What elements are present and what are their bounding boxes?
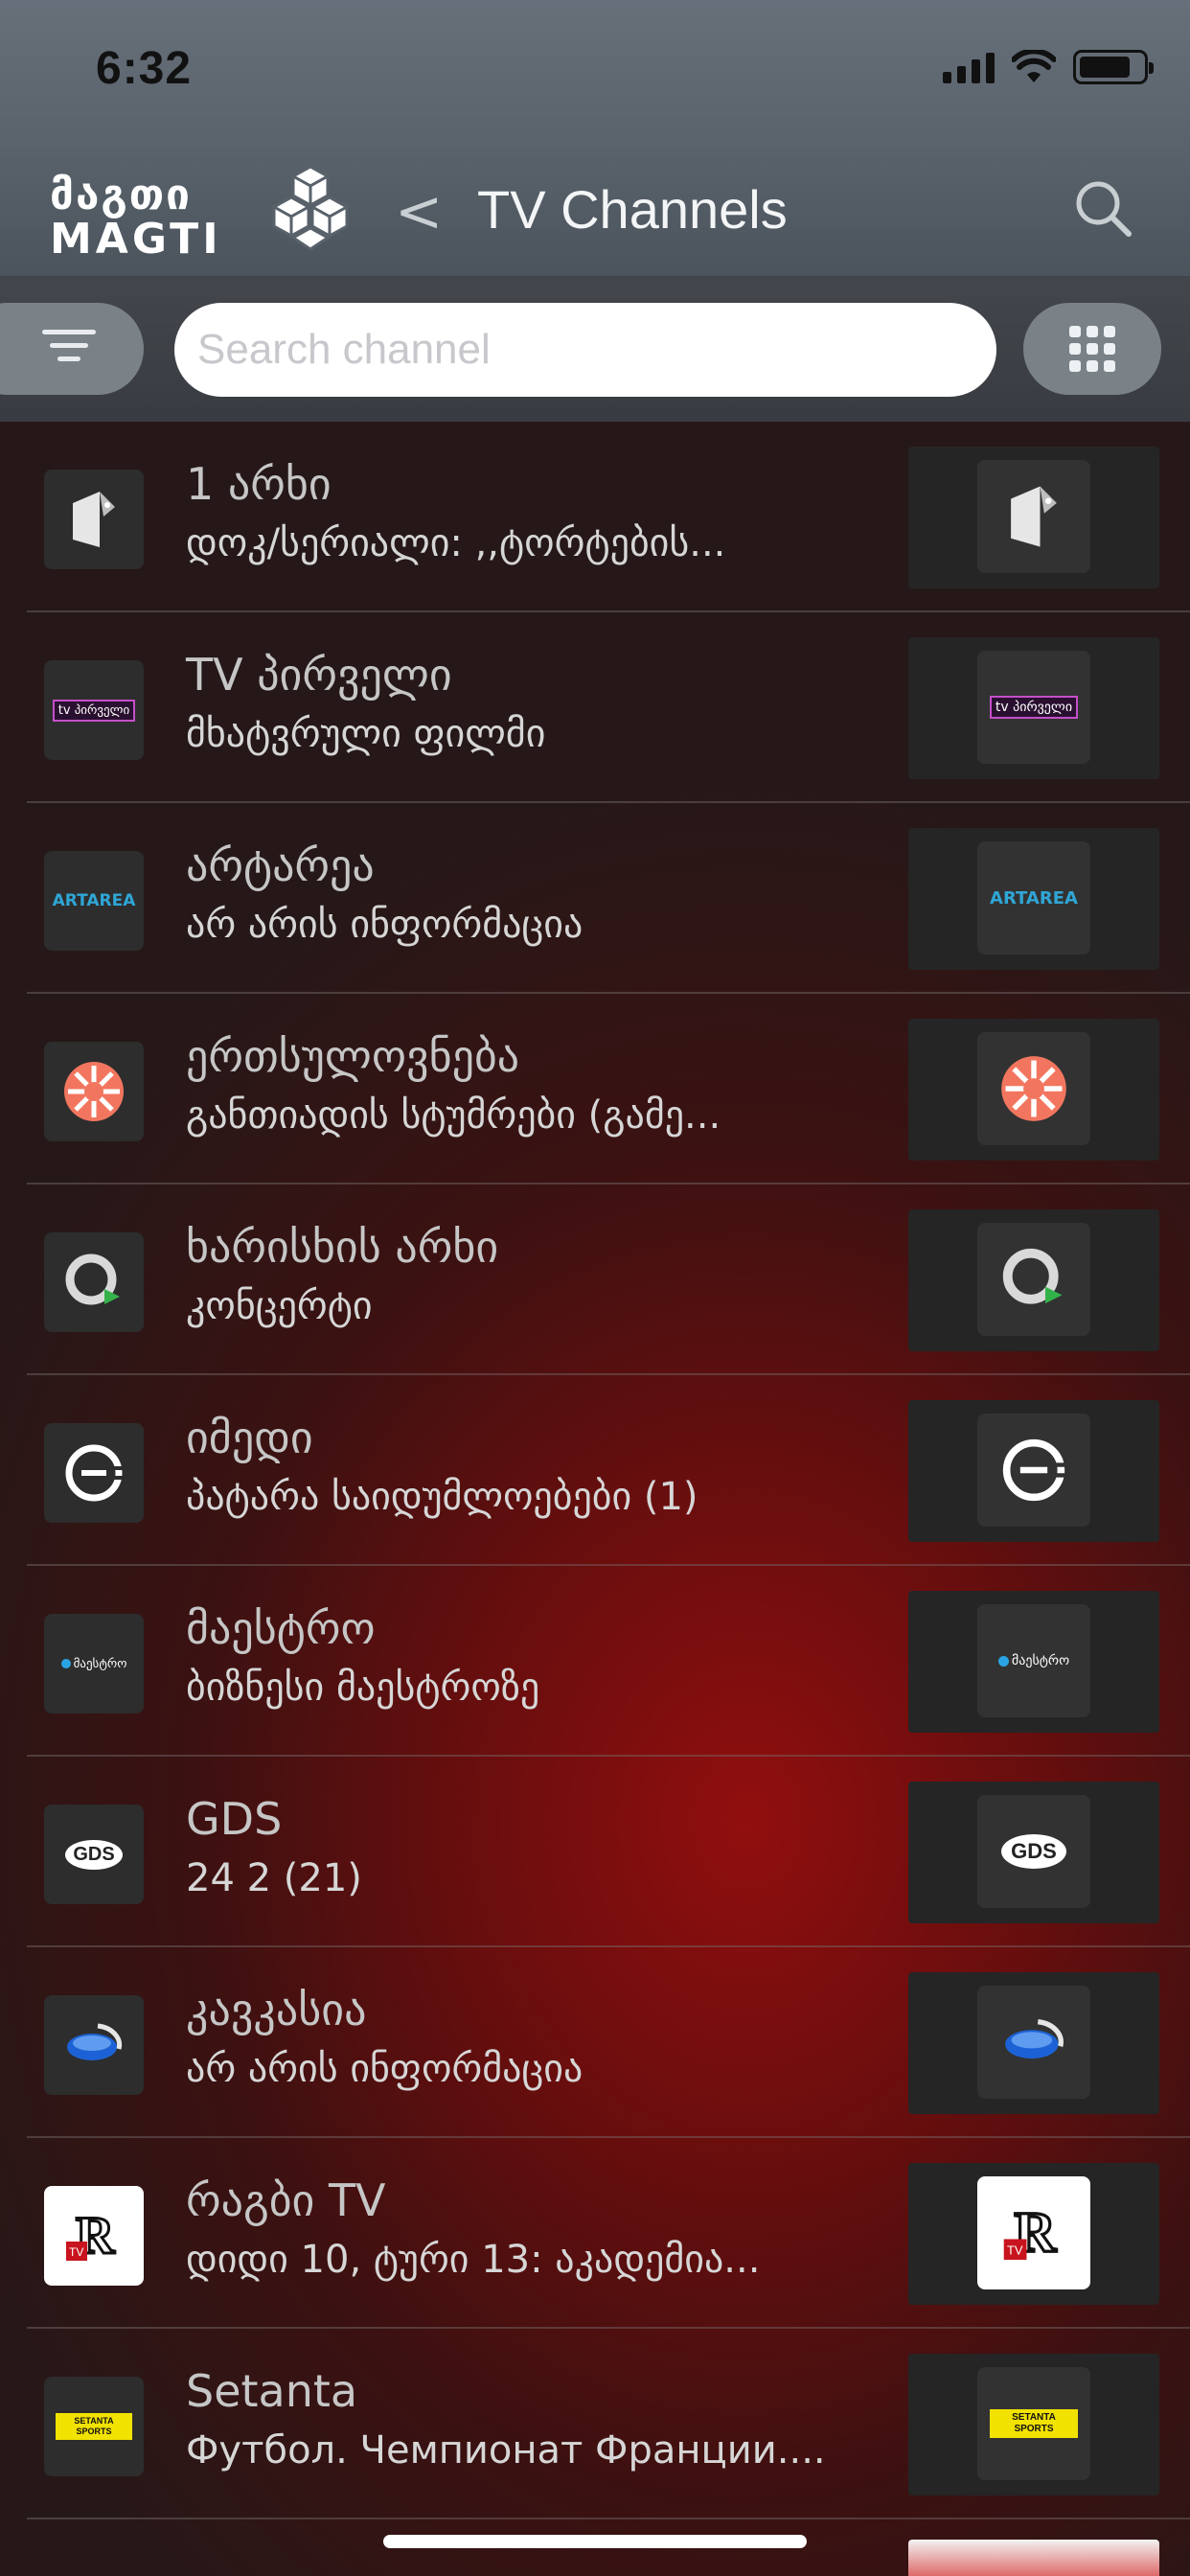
artarea-logo-text: ARTAREA (990, 887, 1078, 908)
rugby-tv-logo-text: TV (69, 2245, 83, 2259)
channel-name: რაგბი TV (186, 2174, 386, 2226)
status-time: 6:32 (96, 43, 193, 94)
channel-row[interactable]: 1 არხი დოკ/სერიალი: ,,ტორტების... (27, 422, 1190, 612)
channel-name: ერთსულოვნება (186, 1030, 520, 1082)
battery-icon (1073, 50, 1154, 84)
channel-row[interactable]: მაესტრო მაესტრო ბიზნესი მაესტროზე მაესტრ… (27, 1566, 1190, 1757)
grid-icon (1069, 326, 1115, 372)
setanta-logo-text: SETANTA SPORTS (990, 2409, 1078, 2438)
channel-program: არ არის ინფორმაცია (186, 2047, 584, 2091)
channel-name: GDS (186, 1793, 283, 1845)
ertsulovneba-logo-icon (44, 1042, 144, 1141)
channel-row[interactable]: ერთსულოვნება განთიადის სტუმრები (გამე... (27, 994, 1190, 1184)
wifi-icon (1012, 50, 1056, 82)
channel-program: კონცერტი (186, 1284, 373, 1328)
channel-thumbnail[interactable] (908, 1019, 1159, 1161)
filter-icon (42, 330, 96, 370)
channel-thumbnail[interactable]: ARTAREA (908, 828, 1159, 970)
artarea-logo-icon: ARTAREA (44, 851, 144, 951)
cubes-logo-icon (270, 165, 351, 251)
imedi-logo-icon (977, 1414, 1090, 1527)
channel-row[interactable]: ხარისხის არხი კონცერტი (27, 1184, 1190, 1375)
maestro-logo-icon: მაესტრო (44, 1614, 144, 1714)
channel-name: ხარისხის არხი (186, 1221, 499, 1273)
channel-name: კავკასია (186, 1984, 367, 2036)
status-icons (943, 50, 1154, 84)
channel-program: ბიზნესი მაესტროზე (186, 1666, 540, 1710)
gds-logo-icon: GDS (44, 1805, 144, 1904)
channel-program: განთიადის სტუმრები (გამე... (186, 1093, 721, 1138)
search-channel-input[interactable] (174, 303, 996, 397)
kavkasia-logo-icon (44, 1995, 144, 2095)
channel-name: Setanta (186, 2365, 358, 2417)
channel-thumbnail[interactable]: GDS (908, 1782, 1159, 1923)
channel-program: 24 2 (21) (186, 1856, 362, 1900)
channel-program: Футбол. Чемпионат Франции.... (186, 2428, 826, 2472)
channel-thumbnail-partial[interactable] (908, 2540, 1159, 2576)
header-bar: 6:32 მაგთი MAGTI < TV Channels (0, 0, 1190, 278)
back-button[interactable]: < (395, 178, 443, 245)
channel-name: არტარეა (186, 840, 375, 891)
tv-pirveli-logo-text: tv პირველი (52, 699, 136, 722)
logo-latin-text: MAGTI (50, 215, 222, 264)
kavkasia-logo-icon (977, 1986, 1090, 2099)
channel-thumbnail[interactable]: SETANTA SPORTS (908, 2354, 1159, 2496)
channel-program: პატარა საიდუმლოებები (1) (186, 1475, 698, 1519)
channel-row[interactable]: იმედი პატარა საიდუმლოებები (1) (27, 1375, 1190, 1566)
channel-thumbnail[interactable] (908, 1972, 1159, 2114)
channel-row[interactable]: tv პირველი TV პირველი მხატვრული ფილმი tv… (27, 612, 1190, 803)
gds-logo-text: GDS (65, 1839, 123, 1870)
setanta-sports-logo-icon: SETANTA SPORTS (44, 2377, 144, 2476)
maestro-logo-text: მაესტრო (1011, 1653, 1070, 1668)
channel-name: TV პირველი (186, 649, 452, 701)
filter-button[interactable] (0, 303, 144, 395)
gds-logo-text: GDS (1001, 1834, 1066, 1869)
artarea-logo-icon: ARTAREA (977, 841, 1090, 954)
channel-name: იმედი (186, 1412, 313, 1463)
channel-program: მხატვრული ფილმი (186, 712, 546, 756)
tv-pirveli-logo-text: tv პირველი (989, 696, 1079, 719)
pervyi-kanal-logo-icon (977, 460, 1090, 573)
grid-view-button[interactable] (1023, 303, 1161, 395)
artarea-logo-text: ARTAREA (52, 891, 136, 910)
channel-thumbnail[interactable] (908, 447, 1159, 588)
home-indicator[interactable] (383, 2535, 807, 2548)
channel-thumbnail[interactable]: მაესტრო (908, 1591, 1159, 1733)
logo-georgian-text: მაგთი (50, 171, 192, 219)
channel-thumbnail[interactable]: tv პირველი (908, 637, 1159, 779)
page-title: TV Channels (477, 179, 788, 240)
maestro-logo-icon: მაესტრო (977, 1604, 1090, 1717)
channel-thumbnail[interactable] (908, 1400, 1159, 1542)
channel-row[interactable]: GDS GDS 24 2 (21) GDS (27, 1757, 1190, 1947)
search-icon[interactable] (1073, 178, 1134, 240)
setanta-logo-text: SETANTA SPORTS (56, 2413, 132, 2440)
tv-pirveli-logo-icon: tv პირველი (977, 651, 1090, 764)
channel-row[interactable]: კავკასია არ არის ინფორმაცია (27, 1947, 1190, 2138)
channel-program: არ არის ინფორმაცია (186, 903, 584, 947)
channel-name: 1 არხი (186, 458, 332, 510)
cellular-signal-icon (943, 51, 995, 83)
channel-list: 1 არხი დოკ/სერიალი: ,,ტორტების... tv პირ… (0, 422, 1190, 2519)
rugby-tv-logo-text: TV (1007, 2243, 1023, 2258)
channel-thumbnail[interactable]: R TV (908, 2163, 1159, 2305)
channel-row[interactable]: ARTAREA არტარეა არ არის ინფორმაცია ARTAR… (27, 803, 1190, 994)
ertsulovneba-logo-icon (977, 1032, 1090, 1145)
channel-row[interactable]: SETANTA SPORTS Setanta Футбол. Чемпионат… (27, 2329, 1190, 2519)
maestro-logo-text: მაესტრო (73, 1656, 127, 1671)
rugby-tv-logo-icon: R TV (44, 2186, 144, 2286)
rugby-tv-logo-icon: R TV (977, 2176, 1090, 2289)
imedi-logo-icon (44, 1423, 144, 1523)
setanta-sports-logo-icon: SETANTA SPORTS (977, 2367, 1090, 2480)
channel-program: დოკ/სერიალი: ,,ტორტების... (186, 521, 726, 565)
search-toolbar (0, 278, 1190, 422)
tv-pirveli-logo-icon: tv პირველი (44, 660, 144, 760)
channel-row[interactable]: R TV რაგბი TV დიდი 10, ტური 13: აკადემია.… (27, 2138, 1190, 2329)
channel-name: მაესტრო (186, 1602, 376, 1654)
khariskhis-arkhi-logo-icon (977, 1223, 1090, 1336)
khariskhis-arkhi-logo-icon (44, 1232, 144, 1332)
channel-program: დიდი 10, ტური 13: აკადემია... (186, 2238, 761, 2282)
channel-thumbnail[interactable] (908, 1209, 1159, 1351)
pervyi-kanal-logo-icon (44, 470, 144, 569)
gds-logo-icon: GDS (977, 1795, 1090, 1908)
